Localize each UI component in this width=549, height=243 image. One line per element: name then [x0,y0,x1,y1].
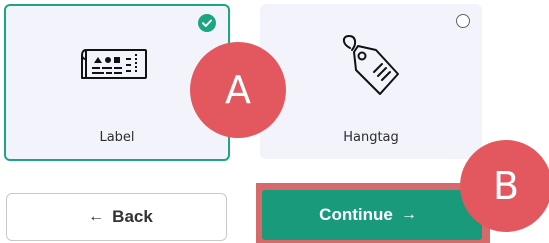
marker-b: B [460,140,549,232]
label-sheet-icon [81,49,147,79]
arrow-left-icon: ← [88,208,105,225]
marker-a: A [190,42,286,138]
arrow-right-icon: → [400,206,417,223]
check-circle-icon [198,14,216,32]
back-button[interactable]: ← Back [6,193,227,241]
continue-button-label: Continue [319,205,393,224]
option-label-caption: Label [99,130,135,145]
continue-button[interactable]: Continue → [262,190,482,240]
back-button-label: Back [112,207,153,226]
hangtag-icon [342,35,399,95]
option-hangtag-caption: Hangtag [343,130,399,145]
radio-empty-icon[interactable] [456,14,470,28]
